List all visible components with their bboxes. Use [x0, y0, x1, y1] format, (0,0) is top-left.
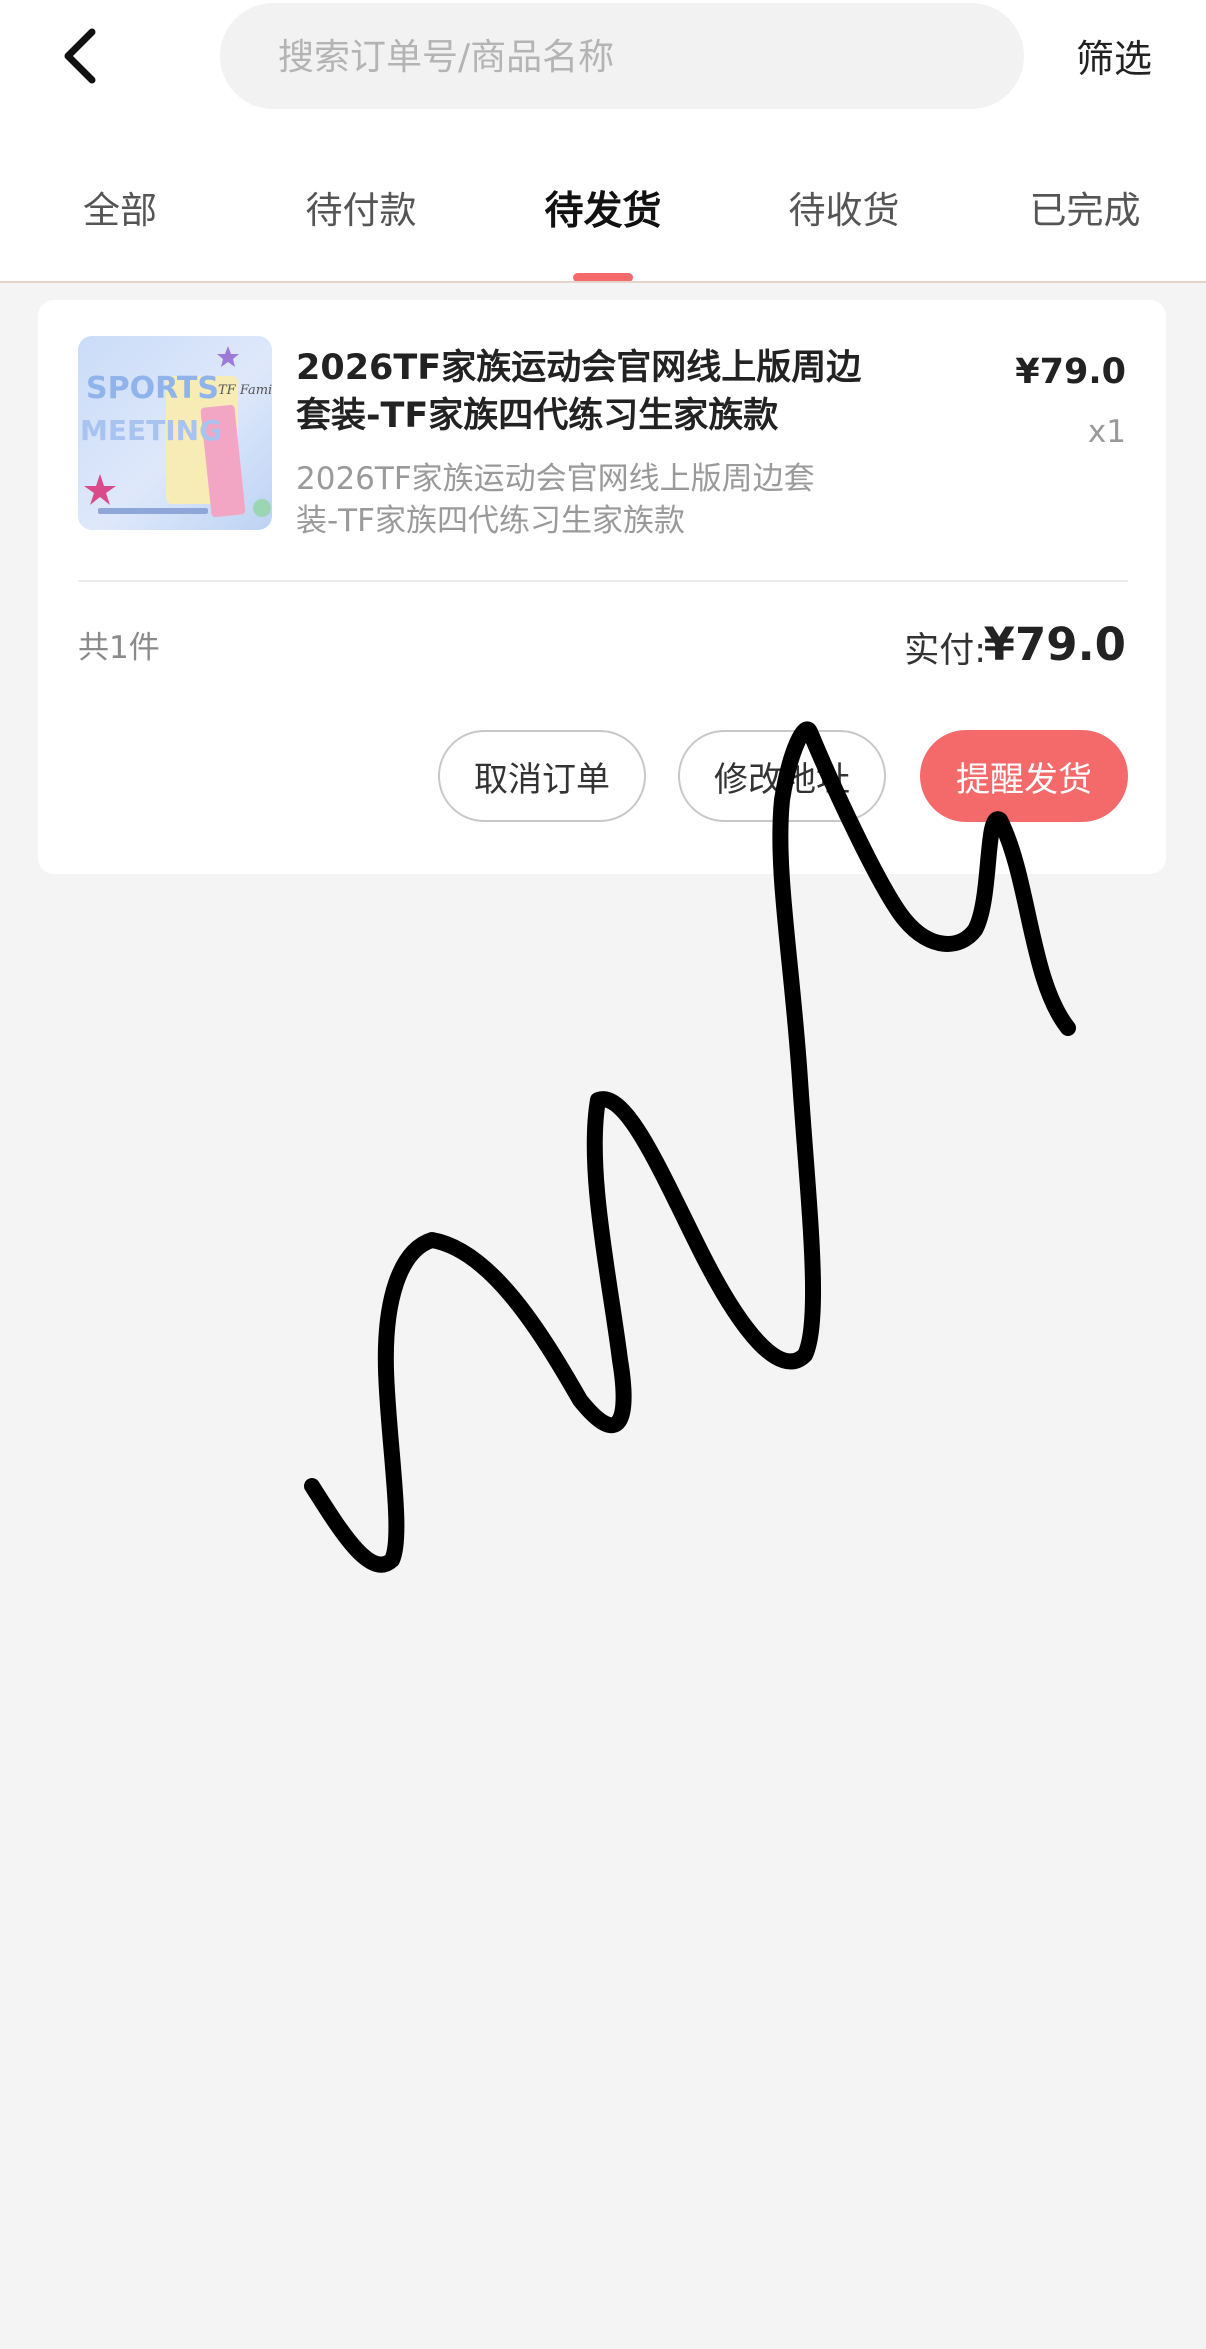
product-title[interactable]: 2026TF家族运动会官网线上版周边套装-TF家族四代练习生家族款: [296, 344, 896, 440]
order-status-tabs: 全部 待付款 待发货 待收货 已完成: [0, 160, 1206, 260]
paid-label: 实付:: [904, 631, 986, 671]
filter-button[interactable]: 筛选: [1076, 28, 1152, 83]
item-count: 共1件: [78, 630, 160, 666]
tab-pending-receipt[interactable]: 待收货: [789, 180, 900, 234]
tab-completed[interactable]: 已完成: [1030, 180, 1141, 234]
product-subtitle: 2026TF家族运动会官网线上版周边套装-TF家族四代练习生家族款: [296, 461, 815, 539]
item-price: ¥79.0: [1015, 352, 1126, 392]
product-thumbnail[interactable]: SPORTS MEETING TF Family: [78, 336, 272, 530]
svg-text:SPORTS: SPORTS: [86, 371, 219, 406]
paid-amount: ¥79.0: [983, 618, 1126, 671]
modify-address-button[interactable]: 修改地址: [678, 730, 886, 822]
tab-pending-shipment[interactable]: 待发货: [544, 180, 661, 236]
item-quantity: x1: [1087, 414, 1126, 450]
remind-shipment-button[interactable]: 提醒发货: [920, 730, 1128, 822]
cancel-order-button[interactable]: 取消订单: [438, 730, 646, 822]
tab-pending-payment[interactable]: 待付款: [306, 180, 417, 234]
search-bar[interactable]: [220, 3, 1024, 111]
order-card[interactable]: SPORTS MEETING TF Family 2026TF家族运动会官网线上…: [38, 300, 1166, 874]
back-button[interactable]: [58, 26, 108, 86]
tabs-divider: [0, 281, 1206, 283]
top-bar: 筛选 全部 待付款 待发货 待收货 已完成: [0, 0, 1206, 283]
search-input[interactable]: [276, 3, 980, 111]
card-divider: [78, 580, 1128, 582]
tab-all[interactable]: 全部: [83, 180, 157, 234]
svg-text:TF Family: TF Family: [218, 383, 272, 398]
svg-text:MEETING: MEETING: [80, 414, 222, 447]
product-image: SPORTS MEETING TF Family: [78, 336, 272, 530]
chevron-left-icon: [64, 28, 96, 84]
